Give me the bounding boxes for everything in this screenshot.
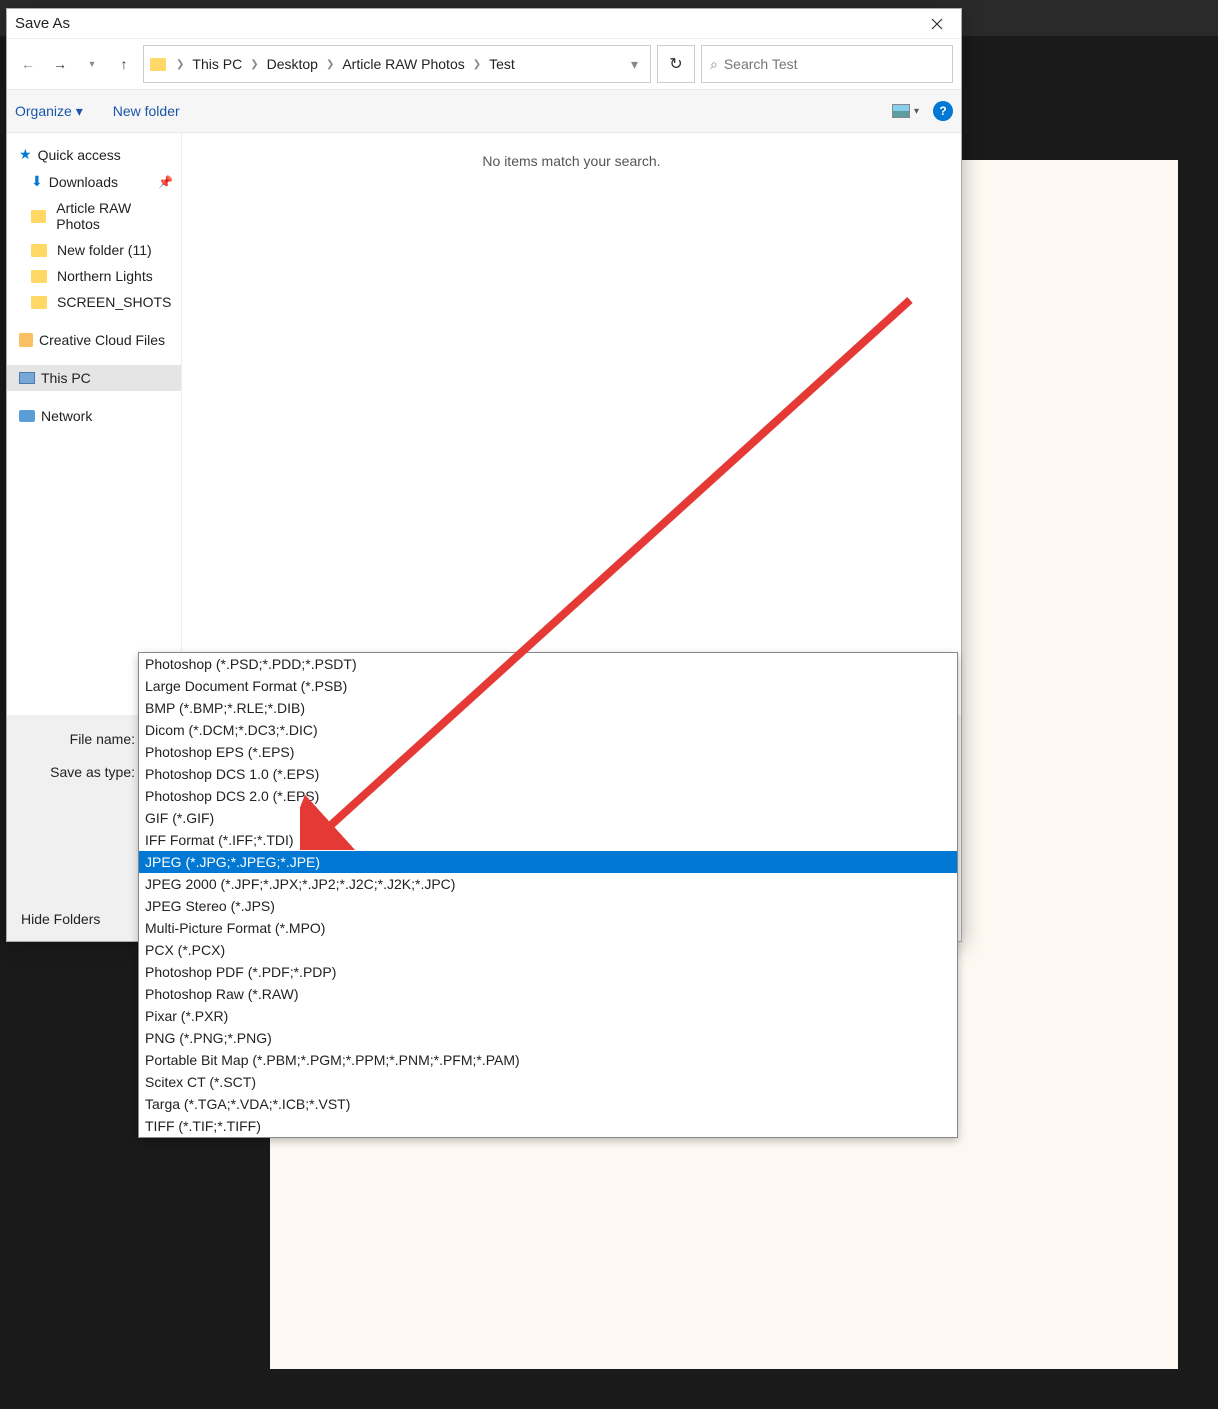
sidebar-network[interactable]: Network [7,403,181,429]
empty-message: No items match your search. [202,153,941,169]
sidebar-quick-access[interactable]: ★Quick access [7,141,181,168]
nav-row: ← → ▾ ↑ ❯ This PC ❯ Desktop ❯ Article RA… [7,39,961,89]
organize-menu[interactable]: Organize ▾ [15,103,83,120]
chevron-right-icon: ❯ [469,59,485,70]
sidebar: ★Quick access ⬇Downloads📌 Article RAW Ph… [7,133,182,715]
crumb-thispc[interactable]: This PC [190,56,244,72]
format-option[interactable]: TIFF (*.TIF;*.TIFF) [139,1115,957,1137]
close-button[interactable] [917,10,957,38]
sidebar-thispc[interactable]: This PC [7,365,181,391]
sidebar-ccf[interactable]: Creative Cloud Files [7,327,181,353]
folder-icon [31,244,47,257]
network-icon [19,410,35,422]
chevron-right-icon: ❯ [246,59,262,70]
format-option[interactable]: Dicom (*.DCM;*.DC3;*.DIC) [139,719,957,741]
breadcrumb-dropdown[interactable]: ▾ [625,56,644,73]
format-option[interactable]: Multi-Picture Format (*.MPO) [139,917,957,939]
sidebar-item-newfolder[interactable]: New folder (11) [7,237,181,263]
sidebar-item-article[interactable]: Article RAW Photos [7,195,181,237]
format-option[interactable]: Scitex CT (*.SCT) [139,1071,957,1093]
chevron-right-icon: ❯ [172,59,188,70]
crumb-test[interactable]: Test [487,56,517,72]
folder-icon [31,270,47,283]
format-option[interactable]: Photoshop EPS (*.EPS) [139,741,957,763]
chevron-right-icon: ❯ [322,59,338,70]
format-option[interactable]: GIF (*.GIF) [139,807,957,829]
search-icon: ⌕ [710,56,718,73]
format-option[interactable]: IFF Format (*.IFF;*.TDI) [139,829,957,851]
savetype-label: Save as type: [21,764,145,780]
folder-icon [150,58,166,71]
sidebar-item-downloads[interactable]: ⬇Downloads📌 [7,168,181,195]
toolbar: Organize ▾ New folder ▾ ? [7,89,961,133]
pin-icon: 📌 [158,175,173,189]
format-option[interactable]: PCX (*.PCX) [139,939,957,961]
star-icon: ★ [19,146,32,163]
format-option[interactable]: JPEG Stereo (*.JPS) [139,895,957,917]
help-button[interactable]: ? [933,101,953,121]
new-folder-button[interactable]: New folder [113,103,180,119]
format-option[interactable]: PNG (*.PNG;*.PNG) [139,1027,957,1049]
folder-icon [31,296,47,309]
search-input[interactable] [724,56,944,72]
breadcrumb[interactable]: ❯ This PC ❯ Desktop ❯ Article RAW Photos… [143,45,651,83]
download-icon: ⬇ [31,173,43,190]
format-option[interactable]: Photoshop PDF (*.PDF;*.PDP) [139,961,957,983]
dialog-body: ★Quick access ⬇Downloads📌 Article RAW Ph… [7,133,961,715]
view-button[interactable]: ▾ [892,104,919,118]
format-option[interactable]: BMP (*.BMP;*.RLE;*.DIB) [139,697,957,719]
close-icon [931,18,943,30]
format-option[interactable]: Photoshop DCS 1.0 (*.EPS) [139,763,957,785]
format-option[interactable]: Pixar (*.PXR) [139,1005,957,1027]
titlebar: Save As [7,9,961,39]
format-option[interactable]: Photoshop (*.PSD;*.PDD;*.PSDT) [139,653,957,675]
sidebar-item-screenshots[interactable]: SCREEN_SHOTS [7,289,181,315]
crumb-article[interactable]: Article RAW Photos [340,56,466,72]
folder-icon [31,210,46,223]
refresh-button[interactable]: ↻ [657,45,695,83]
dialog-title: Save As [11,15,917,32]
filename-label: File name: [21,731,145,747]
up-button[interactable]: ↑ [111,51,137,77]
format-option[interactable]: JPEG (*.JPG;*.JPEG;*.JPE) [139,851,957,873]
format-option[interactable]: JPEG 2000 (*.JPF;*.JPX;*.JP2;*.J2C;*.J2K… [139,873,957,895]
file-list-area: No items match your search. [182,133,961,715]
back-button[interactable]: ← [15,51,41,77]
format-option[interactable]: Photoshop Raw (*.RAW) [139,983,957,1005]
format-option[interactable]: Portable Bit Map (*.PBM;*.PGM;*.PPM;*.PN… [139,1049,957,1071]
cloud-files-icon [19,333,33,347]
format-option[interactable]: Targa (*.TGA;*.VDA;*.ICB;*.VST) [139,1093,957,1115]
format-option[interactable]: Large Document Format (*.PSB) [139,675,957,697]
savetype-dropdown[interactable]: Photoshop (*.PSD;*.PDD;*.PSDT)Large Docu… [138,652,958,1138]
crumb-desktop[interactable]: Desktop [265,56,320,72]
view-icon [892,104,910,118]
history-dropdown[interactable]: ▾ [79,51,105,77]
sidebar-item-northern[interactable]: Northern Lights [7,263,181,289]
pc-icon [19,372,35,384]
forward-button[interactable]: → [47,51,73,77]
search-box[interactable]: ⌕ [701,45,953,83]
format-option[interactable]: Photoshop DCS 2.0 (*.EPS) [139,785,957,807]
